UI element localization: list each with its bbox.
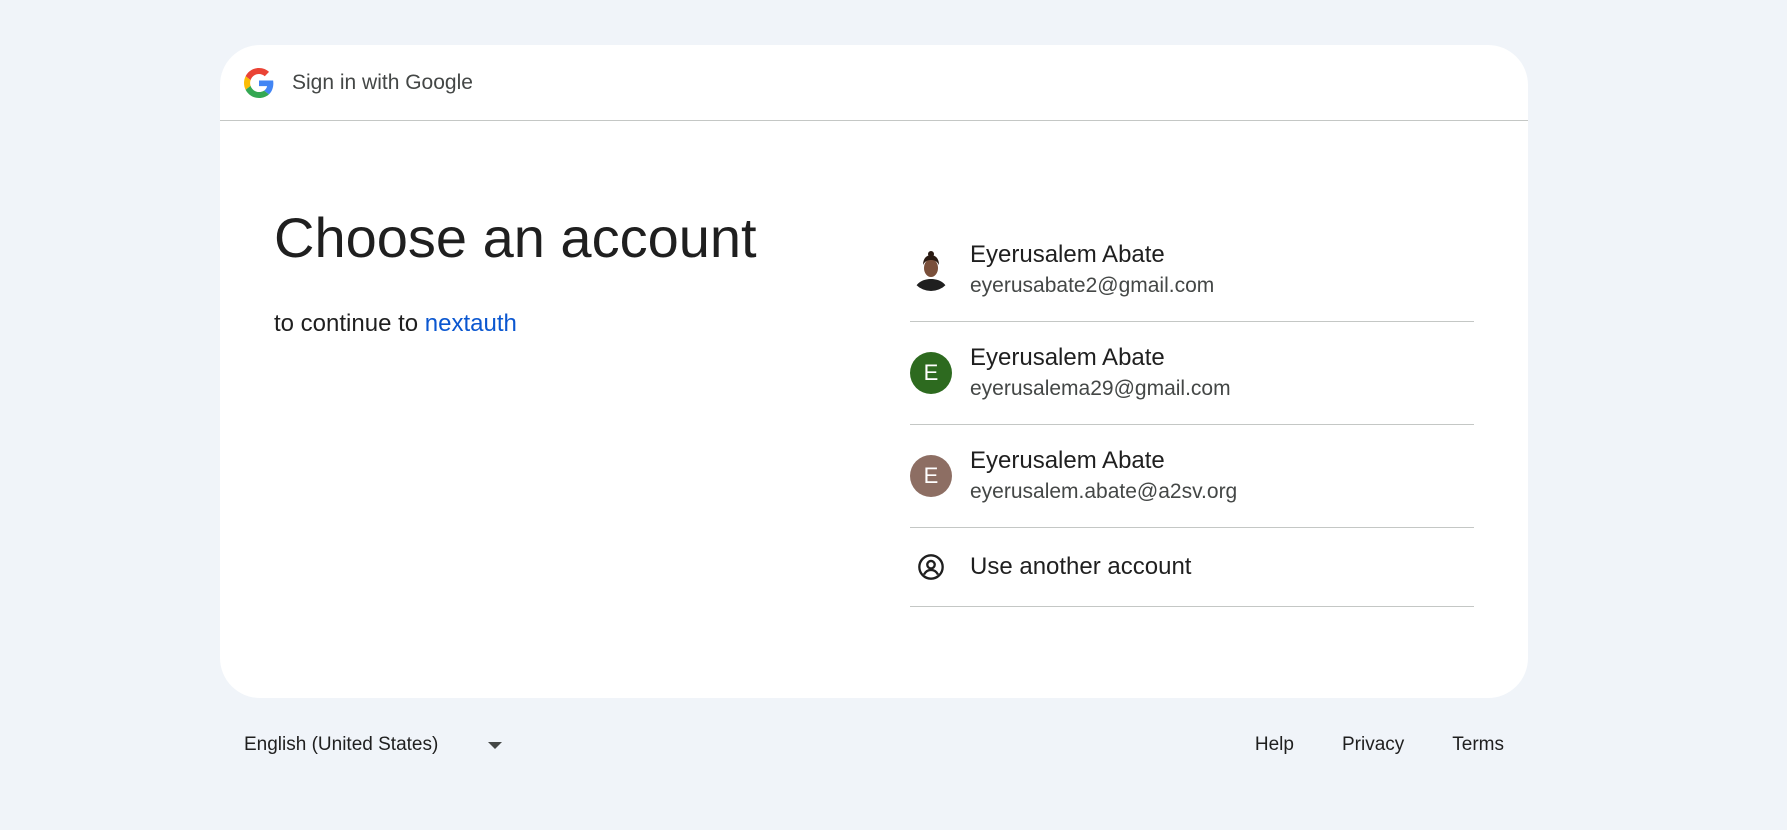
language-select[interactable]: English (United States) (244, 725, 503, 765)
account-text: Eyerusalem Abate eyerusalema29@gmail.com (970, 342, 1231, 404)
account-circle-icon (910, 546, 952, 588)
use-another-account-button[interactable]: Use another account (910, 528, 1474, 607)
account-item[interactable]: E Eyerusalem Abate eyerusalem.abate@a2sv… (910, 425, 1474, 528)
privacy-link[interactable]: Privacy (1342, 734, 1404, 756)
account-email: eyerusabate2@gmail.com (970, 274, 1215, 297)
app-name-link[interactable]: nextauth (425, 310, 517, 337)
account-name: Eyerusalem Abate (970, 344, 1165, 371)
language-label: English (United States) (244, 734, 439, 755)
account-text: Eyerusalem Abate eyerusabate2@gmail.com (970, 239, 1214, 301)
account-email: eyerusalema29@gmail.com (970, 377, 1231, 400)
page-title: Choose an account (274, 206, 757, 269)
google-g-icon (244, 67, 274, 98)
account-text: Eyerusalem Abate eyerusalem.abate@a2sv.o… (970, 445, 1237, 507)
profile-photo-avatar (910, 249, 952, 291)
help-link[interactable]: Help (1255, 734, 1294, 756)
use-another-account-label: Use another account (970, 553, 1192, 580)
terms-link[interactable]: Terms (1452, 734, 1504, 756)
header-title: Sign in with Google (292, 70, 473, 94)
sign-in-card: Sign in with Google Choose an account to… (220, 45, 1528, 698)
chevron-down-icon (488, 741, 503, 749)
account-name: Eyerusalem Abate (970, 241, 1165, 268)
continue-subtext: to continue to nextauth (274, 310, 517, 338)
account-list: Eyerusalem Abate eyerusabate2@gmail.com … (910, 219, 1474, 607)
account-name: Eyerusalem Abate (970, 447, 1165, 474)
letter-avatar: E (910, 352, 952, 394)
footer-links: Help Privacy Terms (1255, 725, 1504, 765)
account-item[interactable]: Eyerusalem Abate eyerusabate2@gmail.com (910, 219, 1474, 322)
letter-avatar: E (910, 455, 952, 497)
continue-prefix: to continue to (274, 310, 425, 337)
account-item[interactable]: E Eyerusalem Abate eyerusalema29@gmail.c… (910, 322, 1474, 425)
account-email: eyerusalem.abate@a2sv.org (970, 480, 1238, 503)
footer: English (United States) Help Privacy Ter… (220, 725, 1528, 765)
card-header: Sign in with Google (220, 45, 1528, 121)
